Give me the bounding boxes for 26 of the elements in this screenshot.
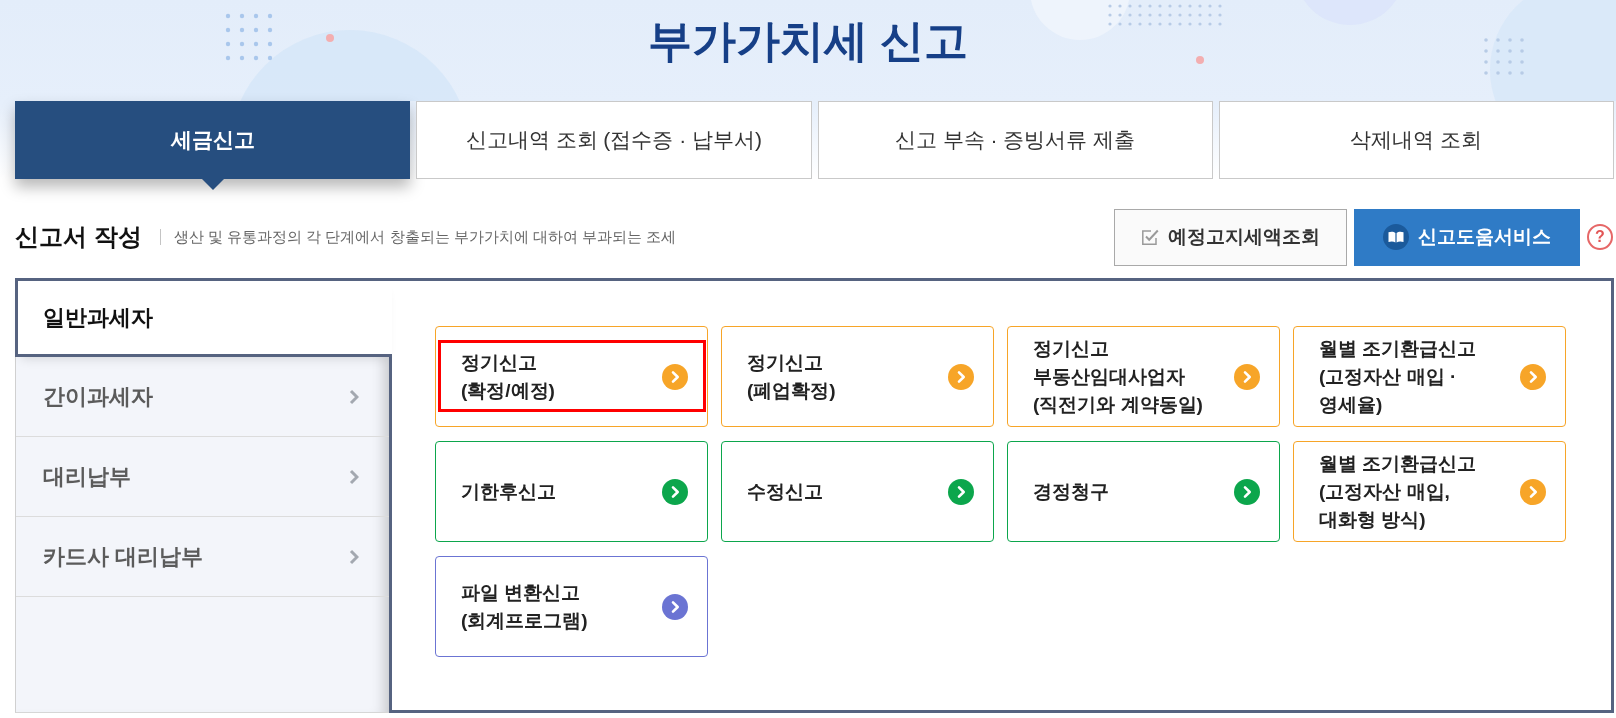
filing-card[interactable]: 월별 조기환급신고 (고정자산 매입, 대화형 방식) — [1293, 441, 1566, 542]
chevron-right-icon — [349, 548, 359, 565]
filing-card[interactable]: 정기신고 (폐업확정) — [721, 326, 994, 427]
tab[interactable]: 삭제내역 조회 — [1218, 101, 1614, 179]
filing-card[interactable]: 파일 변환신고 (회계프로그램) — [435, 556, 708, 657]
tab[interactable]: 신고 부속 · 증빙서류 제출 — [817, 101, 1213, 179]
estimate-lookup-button[interactable]: 예정고지세액조회 — [1114, 208, 1347, 266]
book-icon — [1383, 224, 1409, 250]
tab[interactable]: 신고내역 조회 (접수증 · 납부서) — [416, 101, 812, 179]
tab[interactable]: 세금신고 — [15, 101, 411, 179]
filing-card[interactable]: 월별 조기환급신고 (고정자산 매입 · 영세율) — [1293, 326, 1566, 427]
section-description: 생산 및 유통과정의 각 단계에서 창출되는 부가가치에 대하여 부과되는 조세 — [173, 227, 677, 247]
filing-card[interactable]: 정기신고 부동산임대사업자 (직전기와 계약동일) — [1007, 326, 1280, 427]
help-button[interactable]: ? — [1587, 224, 1613, 250]
page-title: 부가가치세 신고 — [647, 15, 969, 67]
filing-card[interactable]: 기한후신고 — [435, 441, 708, 542]
sidebar-item[interactable]: 일반과세자 — [15, 278, 392, 357]
chevron-right-icon — [349, 468, 359, 485]
tab-pointer-icon — [201, 179, 224, 190]
filing-card[interactable]: 정기신고 (확정/예정) — [435, 326, 708, 427]
filing-help-button[interactable]: 신고도움서비스 — [1354, 208, 1580, 266]
chevron-right-icon — [349, 388, 359, 405]
checkmark-box-icon — [1141, 228, 1159, 246]
section-title: 신고서 작성 — [15, 222, 142, 252]
filing-card[interactable]: 수정신고 — [721, 441, 994, 542]
filing-card[interactable]: 경정청구 — [1007, 441, 1280, 542]
